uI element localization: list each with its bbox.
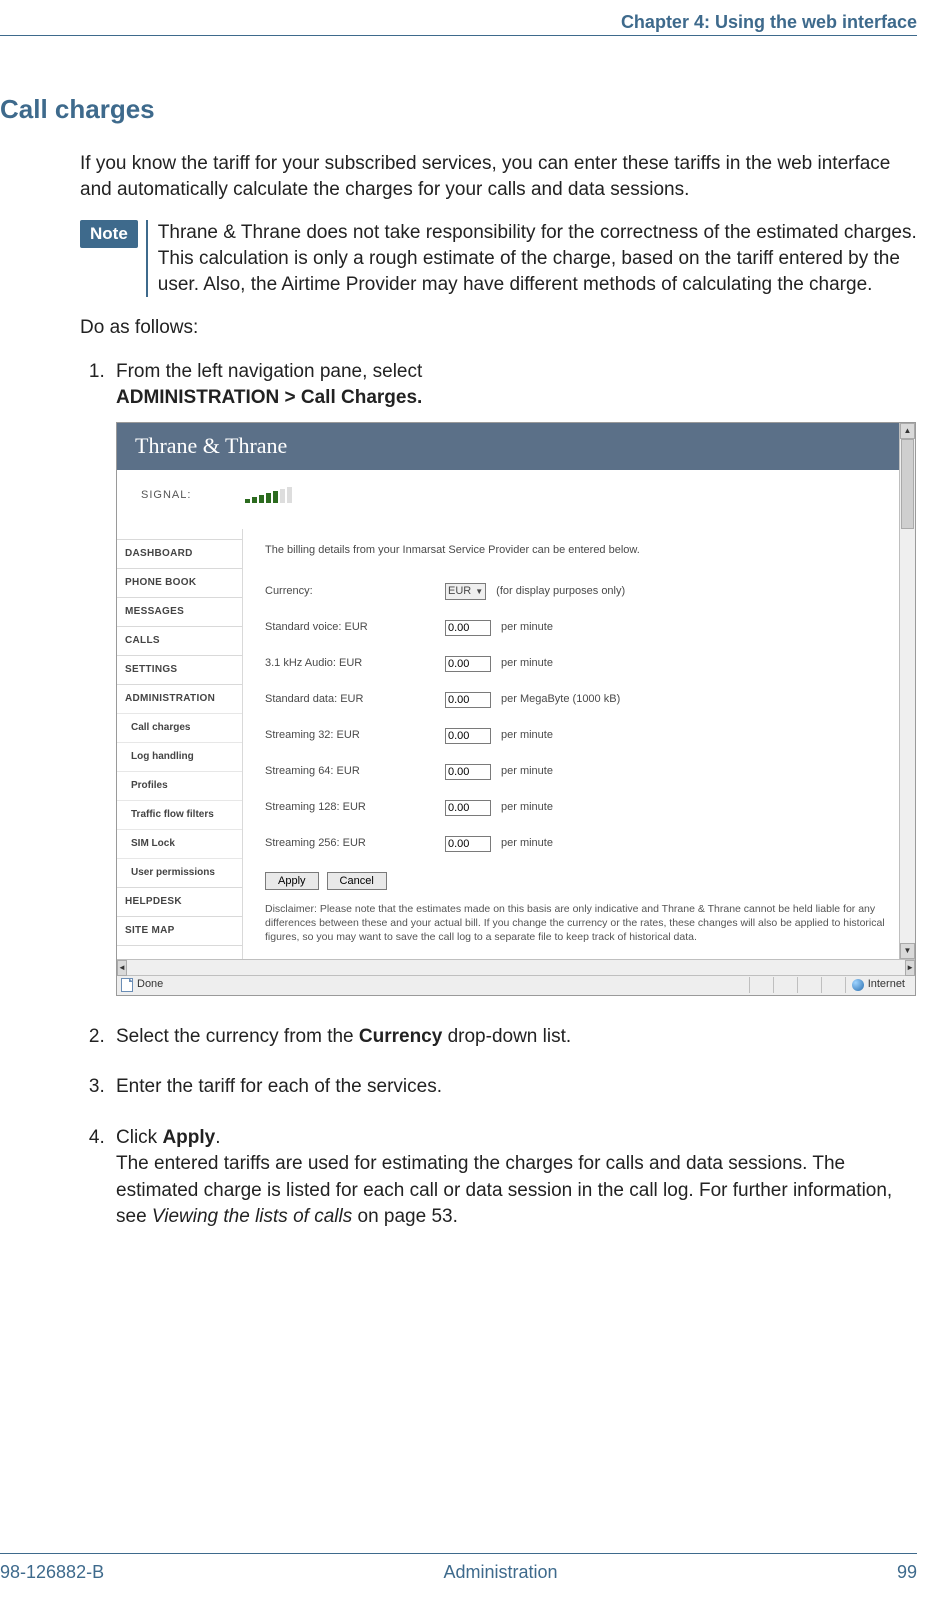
tariff-input[interactable] (445, 836, 491, 852)
page-icon (121, 978, 133, 992)
note-box: Note Thrane & Thrane does not take respo… (80, 220, 917, 297)
step-3: Enter the tariff for each of the service… (110, 1074, 917, 1101)
currency-hint: (for display purposes only) (496, 584, 625, 599)
currency-label: Currency: (265, 584, 435, 599)
unit: per minute (501, 836, 553, 851)
nav-messages[interactable]: MESSAGES (117, 597, 242, 626)
currency-select[interactable]: EUR ▼ (445, 583, 486, 600)
label: Standard data: EUR (265, 692, 435, 707)
chapter-title: Chapter 4: Using the web interface (0, 10, 917, 33)
step1-path: ADMINISTRATION > Call Charges. (116, 387, 422, 408)
tariff-input[interactable] (445, 692, 491, 708)
row-standard-voice: Standard voice: EUR per minute (265, 620, 889, 636)
scroll-thumb[interactable] (901, 439, 914, 529)
tariff-input[interactable] (445, 656, 491, 672)
nav-calls[interactable]: CALLS (117, 626, 242, 655)
note-text: Thrane & Thrane does not take responsibi… (146, 220, 917, 297)
unit: per minute (501, 728, 553, 743)
page-number: 99 (897, 1562, 917, 1583)
signal-row: SIGNAL: (117, 470, 899, 529)
nav-settings[interactable]: SETTINGS (117, 655, 242, 684)
nav-log-handling[interactable]: Log handling (117, 742, 242, 771)
footer-section: Administration (444, 1562, 558, 1583)
row-stream32: Streaming 32: EUR per minute (265, 728, 889, 744)
page-footer: 98-126882-B Administration 99 (0, 1553, 917, 1599)
scroll-right-icon[interactable]: ► (905, 960, 915, 976)
doc-number: 98-126882-B (0, 1562, 104, 1583)
apply-button[interactable]: Apply (265, 872, 319, 890)
row-stream256: Streaming 256: EUR per minute (265, 836, 889, 852)
nav-traffic-flow[interactable]: Traffic flow filters (117, 800, 242, 829)
row-standard-data: Standard data: EUR per MegaByte (1000 kB… (265, 692, 889, 708)
unit: per minute (501, 620, 553, 635)
nav-administration[interactable]: ADMINISTRATION (117, 684, 242, 713)
note-label: Note (80, 220, 138, 248)
nav-user-permissions[interactable]: User permissions (117, 858, 242, 887)
intro-paragraph: If you know the tariff for your subscrib… (80, 151, 917, 202)
label: Streaming 64: EUR (265, 764, 435, 779)
unit: per minute (501, 764, 553, 779)
step-4: Click Apply. The entered tariffs are use… (110, 1125, 917, 1231)
tariff-input[interactable] (445, 800, 491, 816)
tariff-input[interactable] (445, 620, 491, 636)
unit: per minute (501, 656, 553, 671)
unit: per minute (501, 800, 553, 815)
nav-profiles[interactable]: Profiles (117, 771, 242, 800)
scroll-left-icon[interactable]: ◄ (117, 960, 127, 976)
scroll-up-icon[interactable]: ▲ (900, 423, 915, 439)
nav-sim-lock[interactable]: SIM Lock (117, 829, 242, 858)
status-zone: Internet (868, 977, 905, 992)
nav-dashboard[interactable]: DASHBOARD (117, 539, 242, 568)
section-title: Call charges (0, 94, 917, 125)
chevron-down-icon: ▼ (475, 586, 483, 597)
cancel-button[interactable]: Cancel (327, 872, 387, 890)
horizontal-scrollbar[interactable]: ◄ ► (117, 959, 915, 975)
label: 3.1 kHz Audio: EUR (265, 656, 435, 671)
left-nav: DASHBOARD PHONE BOOK MESSAGES CALLS SETT… (117, 529, 243, 958)
nav-sitemap[interactable]: SITE MAP (117, 916, 242, 946)
content-intro: The billing details from your Inmarsat S… (265, 543, 889, 558)
label: Streaming 32: EUR (265, 728, 435, 743)
step-2: Select the currency from the Currency dr… (110, 1024, 917, 1051)
lead-in: Do as follows: (80, 315, 917, 341)
status-bar: Done Internet (117, 975, 915, 995)
app-screenshot: Thrane & Thrane SIGNAL: DASHBOARD (116, 422, 916, 995)
vertical-scrollbar[interactable]: ▲ ▼ (899, 423, 915, 958)
scroll-down-icon[interactable]: ▼ (900, 943, 915, 959)
row-31khz: 3.1 kHz Audio: EUR per minute (265, 656, 889, 672)
step1-text: From the left navigation pane, select (116, 361, 422, 382)
app-content: The billing details from your Inmarsat S… (243, 529, 899, 958)
row-currency: Currency: EUR ▼ (for display purposes on… (265, 583, 889, 600)
signal-bars-icon (245, 489, 292, 503)
row-stream128: Streaming 128: EUR per minute (265, 800, 889, 816)
app-brand: Thrane & Thrane (117, 423, 899, 470)
disclaimer-text: Disclaimer: Please note that the estimat… (265, 902, 889, 945)
nav-phonebook[interactable]: PHONE BOOK (117, 568, 242, 597)
row-stream64: Streaming 64: EUR per minute (265, 764, 889, 780)
tariff-input[interactable] (445, 764, 491, 780)
status-done: Done (137, 977, 163, 992)
globe-icon (852, 979, 864, 991)
unit: per MegaByte (1000 kB) (501, 692, 620, 707)
tariff-input[interactable] (445, 728, 491, 744)
signal-label: SIGNAL: (141, 488, 191, 503)
nav-call-charges[interactable]: Call charges (117, 713, 242, 742)
label: Streaming 128: EUR (265, 800, 435, 815)
label: Streaming 256: EUR (265, 836, 435, 851)
step-1: From the left navigation pane, select AD… (110, 359, 917, 996)
nav-helpdesk[interactable]: HELPDESK (117, 887, 242, 916)
label: Standard voice: EUR (265, 620, 435, 635)
currency-value: EUR (448, 584, 471, 599)
